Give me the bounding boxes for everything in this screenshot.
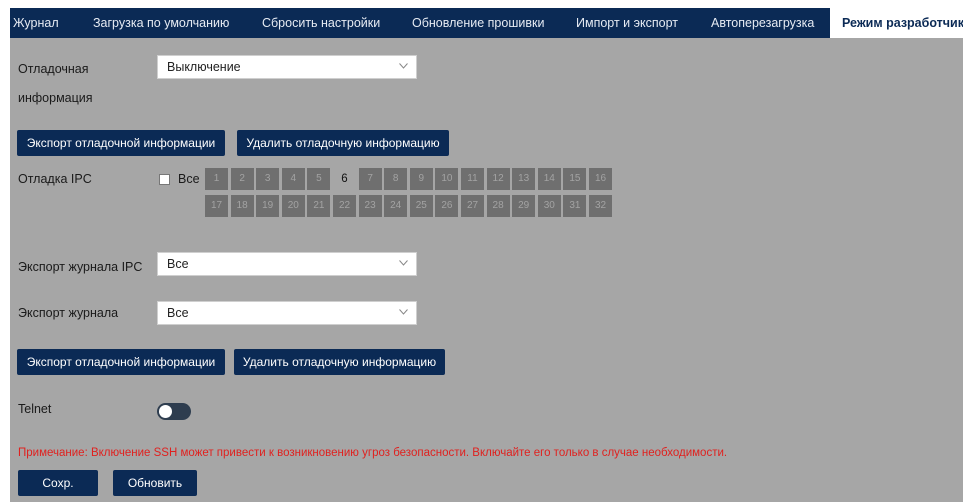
ipc-channel-17[interactable]: 17: [205, 195, 228, 217]
debug-info-select[interactable]: Выключение: [157, 55, 417, 79]
chevron-down-icon: [399, 309, 408, 315]
ipc-channel-23[interactable]: 23: [358, 195, 382, 217]
debug-info-select-value: Выключение: [167, 60, 241, 74]
settings-panel: Журнал Загрузка по умолчанию Сбросить на…: [10, 8, 963, 502]
export-debug-info-button-bottom[interactable]: Экспорт отладочной информации: [17, 349, 225, 375]
ipc-channel-18[interactable]: 18: [230, 195, 254, 217]
tab-default-load[interactable]: Загрузка по умолчанию: [93, 8, 229, 38]
ipc-channel-8[interactable]: 8: [384, 168, 408, 190]
ipc-log-export-select-value: Все: [167, 257, 189, 271]
ipc-channel-20[interactable]: 20: [281, 195, 305, 217]
ipc-channel-9[interactable]: 9: [409, 168, 433, 190]
tab-auto-reboot[interactable]: Автоперезагрузка: [711, 8, 814, 38]
ipc-channel-4[interactable]: 4: [281, 168, 305, 190]
ipc-channel-5[interactable]: 5: [307, 168, 331, 190]
ipc-channel-15[interactable]: 15: [563, 168, 587, 190]
ipc-channel-13[interactable]: 13: [512, 168, 536, 190]
delete-debug-info-button-bottom[interactable]: Удалить отладочную информацию: [234, 349, 445, 375]
ipc-channel-29[interactable]: 29: [512, 195, 536, 217]
ipc-channel-10[interactable]: 10: [435, 168, 459, 190]
debug-info-label-line2: информация: [18, 91, 93, 105]
tab-bar: Журнал Загрузка по умолчанию Сбросить на…: [10, 8, 963, 38]
delete-debug-info-button-top[interactable]: Удалить отладочную информацию: [237, 130, 449, 156]
ipc-channel-24[interactable]: 24: [384, 195, 408, 217]
ipc-channel-11[interactable]: 11: [461, 168, 484, 190]
export-debug-info-button-top[interactable]: Экспорт отладочной информации: [17, 130, 225, 156]
ipc-channel-1[interactable]: 1: [205, 168, 228, 190]
ipc-channel-12[interactable]: 12: [486, 168, 510, 190]
log-export-label: Экспорт журнала: [18, 306, 119, 320]
refresh-button[interactable]: Обновить: [113, 470, 197, 496]
ipc-channel-25[interactable]: 25: [409, 195, 433, 217]
chevron-down-icon: [399, 260, 408, 266]
ipc-channel-19[interactable]: 19: [256, 195, 280, 217]
ipc-debug-all-checkbox[interactable]: [159, 174, 170, 185]
ipc-channel-26[interactable]: 26: [435, 195, 459, 217]
ipc-log-export-label: Экспорт журнала IPC: [18, 260, 143, 274]
ipc-channel-31[interactable]: 31: [563, 195, 587, 217]
ipc-channel-30[interactable]: 30: [537, 195, 561, 217]
telnet-label: Telnet: [18, 402, 52, 416]
tab-reset-settings[interactable]: Сбросить настройки: [262, 8, 380, 38]
chevron-down-icon: [399, 63, 408, 69]
tab-firmware-update[interactable]: Обновление прошивки: [412, 8, 544, 38]
tab-import-export[interactable]: Импорт и экспорт: [576, 8, 678, 38]
log-export-select[interactable]: Все: [157, 301, 417, 325]
ipc-debug-label: Отладка IPC: [18, 172, 92, 186]
ipc-channel-3[interactable]: 3: [256, 168, 280, 190]
ipc-channel-27[interactable]: 27: [461, 195, 484, 217]
ipc-channel-6[interactable]: 6: [333, 168, 356, 190]
tab-developer-mode[interactable]: Режим разработчика: [830, 8, 963, 38]
security-note: Примечание: Включение SSH может привести…: [18, 447, 728, 459]
tab-log[interactable]: Журнал: [13, 8, 59, 38]
toggle-knob: [159, 405, 172, 418]
telnet-toggle[interactable]: [157, 403, 191, 420]
log-export-select-value: Все: [167, 306, 189, 320]
debug-info-label-line1: Отладочная: [18, 62, 89, 76]
ipc-channel-16[interactable]: 16: [589, 168, 612, 190]
ipc-channel-7[interactable]: 7: [358, 168, 382, 190]
ipc-channel-28[interactable]: 28: [486, 195, 510, 217]
ipc-channel-14[interactable]: 14: [537, 168, 561, 190]
ipc-channel-21[interactable]: 21: [307, 195, 331, 217]
ipc-channel-32[interactable]: 32: [589, 195, 612, 217]
save-button[interactable]: Сохр.: [18, 470, 98, 496]
ipc-channel-22[interactable]: 22: [333, 195, 356, 217]
ipc-debug-all-label: Все: [178, 172, 200, 186]
ipc-log-export-select[interactable]: Все: [157, 252, 417, 276]
ipc-channel-2[interactable]: 2: [230, 168, 254, 190]
